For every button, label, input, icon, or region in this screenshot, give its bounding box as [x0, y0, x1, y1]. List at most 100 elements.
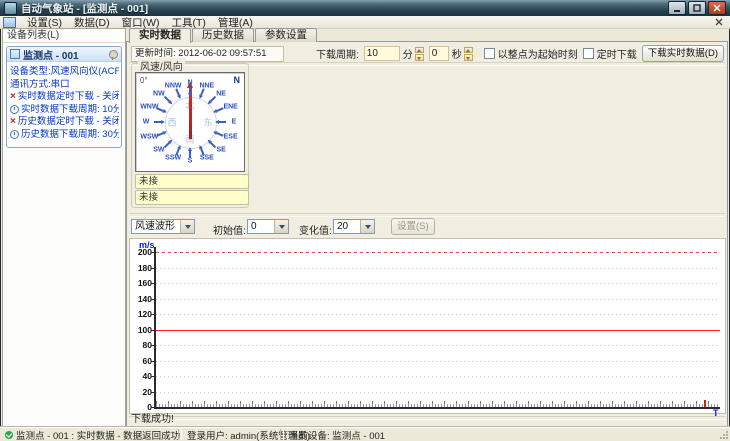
spin-down-icon[interactable] — [463, 54, 473, 61]
maximize-button[interactable] — [688, 1, 706, 15]
timed-download-label: 定时下载 — [596, 50, 637, 61]
set-button[interactable]: 设置(S) — [391, 218, 435, 235]
checkbox-icon[interactable] — [582, 48, 594, 59]
tab-历史数据[interactable]: 历史数据 — [192, 28, 254, 42]
checkbox-icon[interactable] — [483, 48, 495, 59]
compass-point-label: WNW — [140, 103, 159, 111]
change-value: 20 — [337, 221, 349, 232]
hour-align-checkbox[interactable]: 以整点为起始时刻 — [483, 46, 578, 61]
gridline-160 — [156, 283, 720, 284]
application-window: 自动气象站 - [监测点 - 001] 设置(S) 数据(D) 窗口(W) 工具(T)… — [0, 0, 730, 441]
menu-item[interactable]: 设置(S) — [21, 17, 68, 29]
minimize-button[interactable] — [668, 1, 686, 15]
waveform-select[interactable]: 风速波形 — [131, 219, 195, 234]
clock-icon — [10, 105, 19, 115]
time-cursor-mark — [704, 400, 706, 407]
initial-value: 0 — [251, 221, 257, 232]
device-info-text: 实时数据下载周期: 10分 0秒 — [21, 103, 119, 115]
spin-down-icon[interactable] — [414, 54, 424, 61]
menu-item[interactable]: 工具(T) — [165, 17, 211, 29]
compass-point-label: E — [231, 118, 237, 126]
device-info-lines: 设备类型:风速风向仪(ACFX-4)通讯方式:串口实时数据定时下载 - 关闭实时… — [7, 62, 121, 147]
change-value-select[interactable]: 20 — [333, 219, 375, 234]
menu-item[interactable]: 数据(D) — [68, 17, 116, 29]
timed-download-checkbox[interactable]: 定时下载 — [582, 46, 637, 61]
pin-icon[interactable] — [109, 49, 118, 60]
y-tick-label: 20 — [142, 386, 152, 397]
gridline-40 — [156, 376, 720, 377]
spin-up-icon[interactable] — [463, 46, 473, 53]
device-title: 监测点 - 001 — [23, 50, 79, 62]
compass: 北 南 西 东 0° N NNNENEENEEESESESSESSSWSWWSW… — [136, 73, 244, 171]
device-status-text: 监测点 - 001 : 实时数据 - 数据返回成功! — [16, 430, 183, 441]
tab-strip: 实时数据 历史数据 参数设置 — [129, 28, 317, 43]
gridline-20 — [156, 391, 720, 393]
device-icon — [10, 49, 20, 59]
compass-arrow-head — [188, 147, 193, 151]
compass-point-label: SSW — [165, 154, 182, 162]
y-tick-mark — [151, 252, 154, 253]
seconds-input[interactable]: 0 — [428, 46, 449, 61]
device-list-panel: 设备列表(L) 监测点 - 001 设备类型:风速风向仪(ACFX-4)通讯方式… — [2, 28, 126, 427]
y-tick-mark — [151, 329, 154, 331]
minutes-input[interactable]: 10 — [363, 46, 400, 61]
gridline-60 — [156, 360, 720, 362]
y-tick-mark — [151, 360, 154, 362]
y-tick-mark — [151, 314, 154, 315]
compass-point-label: S — [187, 157, 193, 165]
gridline-80 — [156, 345, 720, 346]
mdi-close-icon[interactable] — [715, 18, 723, 26]
update-time-value: 2012-06-02 09:57:51 — [178, 48, 267, 59]
seconds-spinner[interactable] — [463, 46, 473, 61]
y-tick-mark — [151, 345, 154, 346]
gridline-140 — [156, 298, 720, 300]
device-info-line: 设备类型:风速风向仪(ACFX-4) — [10, 66, 119, 79]
chevron-down-icon[interactable] — [180, 220, 194, 233]
device-info-text: 通讯方式:串口 — [10, 78, 70, 90]
gridline-180 — [156, 267, 720, 269]
seconds-unit-label: 秒 — [451, 50, 462, 61]
waveform-select-value: 风速波形 — [135, 221, 175, 232]
status-bar: 监测点 - 001 : 实时数据 - 数据返回成功! 登录用户: admin(系… — [0, 427, 730, 441]
compass-box: 北 南 西 东 0° N NNNENEENEEESESESSESSSWSWWSW… — [135, 72, 245, 172]
realtime-data-panel: 更新时间: 2012-06-02 09:57:51 下载周期: 10 分 0 秒… — [126, 41, 728, 428]
waveform-chart: m/s T 0 20 40 60 80 100 120 140 160 180 200 — [129, 238, 726, 418]
y-tick-label: 80 — [142, 340, 152, 350]
y-tick-mark — [151, 283, 154, 284]
menu-item[interactable]: 窗口(W) — [116, 17, 166, 29]
device-list-header: 设备列表(L) — [3, 29, 125, 43]
download-toolbar: 下载周期: 10 分 0 秒 以整点为起始时刻 定时下载 下载实时数据(D) — [316, 45, 724, 62]
menu-item[interactable]: 管理(A) — [212, 17, 259, 29]
initial-value-label: 初始值: — [213, 226, 246, 237]
device-info-text: 历史数据下载周期: 30分 0秒 — [21, 128, 119, 140]
compass-point-label: ENE — [223, 103, 238, 111]
tab-参数设置[interactable]: 参数设置 — [255, 28, 317, 42]
device-box-header[interactable]: 监测点 - 001 — [7, 47, 121, 62]
compass-arrow-head — [176, 94, 182, 100]
chevron-down-icon[interactable] — [360, 220, 374, 233]
download-realtime-button[interactable]: 下载实时数据(D) — [641, 45, 724, 62]
compass-point-label: SE — [216, 146, 226, 154]
device-info-text: 实时数据定时下载 - 关闭 — [17, 91, 119, 102]
resize-grip[interactable] — [719, 430, 729, 440]
gridline-100 — [156, 329, 720, 331]
tab-实时数据[interactable]: 实时数据 — [129, 28, 191, 43]
close-button[interactable] — [708, 1, 726, 15]
minutes-spinner[interactable] — [414, 46, 424, 61]
chevron-down-icon[interactable] — [274, 220, 288, 233]
spin-up-icon[interactable] — [414, 46, 424, 53]
wind-direction-value: N — [233, 75, 241, 85]
device-info-text: 设备类型:风速风向仪(ACFX-4) — [10, 66, 119, 77]
success-check-icon — [5, 430, 13, 439]
x-axis — [154, 407, 720, 409]
mdi-child-icon[interactable] — [3, 16, 16, 28]
device-info-line: 历史数据下载周期: 30分 0秒 — [10, 129, 119, 142]
compass-arrow-head — [161, 120, 165, 125]
initial-value-select[interactable]: 0 — [247, 219, 289, 234]
gridline-120 — [156, 314, 720, 315]
y-axis — [154, 247, 156, 409]
status-separator — [129, 416, 725, 420]
compass-arrow-head — [167, 100, 174, 107]
y-tick-label: 60 — [142, 355, 152, 366]
wind-readout-1: 未接 — [135, 174, 249, 189]
